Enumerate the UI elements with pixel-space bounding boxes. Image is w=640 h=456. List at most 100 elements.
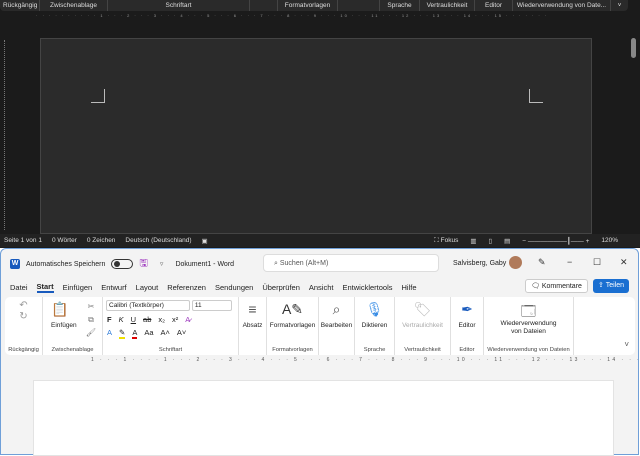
document-page[interactable] xyxy=(40,38,592,234)
close-icon[interactable]: ✕ xyxy=(620,257,628,268)
maximize-icon[interactable]: ☐ xyxy=(593,257,601,268)
document-title: Dokument1 - Word xyxy=(175,260,235,268)
tab-entwicklertools[interactable]: Entwicklertools xyxy=(342,283,392,292)
tab-ansicht[interactable]: Ansicht xyxy=(309,283,334,292)
char-count[interactable]: 0 Zeichen xyxy=(87,237,116,244)
paste-button[interactable]: Einfügen xyxy=(51,322,77,329)
undo-icon[interactable]: ↶ xyxy=(5,297,42,311)
group-label xyxy=(250,0,278,11)
tab-ueberpruefen[interactable]: Überprüfen xyxy=(262,283,300,292)
search-input[interactable]: ⌕ Suchen (Alt+M) xyxy=(263,254,439,272)
scrollbar[interactable] xyxy=(631,38,636,58)
paste-icon[interactable]: 📋 xyxy=(51,301,68,319)
strikethrough-button[interactable]: ab xyxy=(143,315,151,324)
copy-icon[interactable]: ⧉ xyxy=(86,313,96,326)
group-label: Wiederverwendung von Date... xyxy=(513,0,611,11)
cut-icon[interactable]: ✂ xyxy=(86,300,96,313)
tab-datei[interactable]: Datei xyxy=(10,283,28,292)
change-case-button[interactable]: Aa xyxy=(144,328,153,339)
horizontal-ruler[interactable]: · · · · · · · · · · 1 · · · 2 · · · 3 · … xyxy=(36,13,591,21)
focus-button[interactable]: ⛶ Fokus xyxy=(434,237,458,245)
format-painter-icon[interactable]: 🖌 xyxy=(86,326,96,339)
read-mode-icon[interactable]: ▥ xyxy=(470,237,476,245)
paragraph-button[interactable]: Absatz xyxy=(243,322,263,329)
tab-sendungen[interactable]: Sendungen xyxy=(215,283,253,292)
group-voice: 🎙 Diktieren Sprache xyxy=(355,297,395,355)
redo-icon[interactable]: ↻ xyxy=(5,311,42,322)
tab-hilfe[interactable]: Hilfe xyxy=(402,283,417,292)
text-effects-icon[interactable]: A xyxy=(107,328,112,339)
reuse-files-button-line2[interactable]: von Dateien xyxy=(511,328,546,335)
tab-layout[interactable]: Layout xyxy=(136,283,159,292)
grow-font-icon[interactable]: A˄ xyxy=(161,328,170,339)
reuse-files-button[interactable]: Wiederverwendung xyxy=(500,320,556,327)
user-name[interactable]: Salvisberg, Gaby xyxy=(453,260,506,267)
bold-button[interactable]: F xyxy=(107,315,112,324)
comments-button[interactable]: 🗨 Kommentare xyxy=(525,279,588,293)
highlight-icon[interactable]: ✎ xyxy=(119,328,126,339)
underline-button[interactable]: U xyxy=(131,315,136,324)
group-label: Editor xyxy=(475,0,513,11)
accessibility-icon[interactable]: ▣ xyxy=(202,237,208,245)
italic-button[interactable]: K xyxy=(119,315,124,324)
superscript-button[interactable]: x² xyxy=(172,315,178,324)
zoom-slider[interactable]: − ——————┃—— + xyxy=(522,237,589,245)
avatar[interactable] xyxy=(509,256,522,269)
tab-referenzen[interactable]: Referenzen xyxy=(167,283,206,292)
status-bar: Seite 1 von 1 0 Wörter 0 Zeichen Deutsch… xyxy=(0,234,640,247)
group-label: Wiederverwendung von Dateien xyxy=(487,347,570,353)
word-logo-icon: W xyxy=(10,259,20,269)
group-label xyxy=(338,0,380,11)
group-label: Vertraulichkeit xyxy=(404,347,441,353)
dark-word-window: Rückgängig Zwischenablage Schriftart For… xyxy=(0,0,640,248)
page-count[interactable]: Seite 1 von 1 xyxy=(4,237,42,244)
share-button[interactable]: ⇪ Teilen xyxy=(593,279,629,293)
horizontal-ruler[interactable]: 1 · · · 1 · · · · 1 · · · 2 · · · 3 · · … xyxy=(1,355,638,366)
font-size-select[interactable]: 11 xyxy=(191,300,232,311)
vertical-ruler[interactable] xyxy=(4,40,10,230)
subscript-button[interactable]: x₂ xyxy=(158,315,165,324)
minimize-icon[interactable]: − xyxy=(567,257,572,267)
tab-entwurf[interactable]: Entwurf xyxy=(101,283,126,292)
search-placeholder: Suchen (Alt+M) xyxy=(279,260,329,267)
styles-button[interactable]: Formatvorlagen xyxy=(270,322,316,329)
tab-einfuegen[interactable]: Einfügen xyxy=(63,283,93,292)
group-sensitivity: 🏷 Vertraulichkeit Vertraulichkeit xyxy=(395,297,451,355)
group-styles: A✎ Formatvorlagen Formatvorlagen xyxy=(267,297,319,355)
reuse-files-icon: 🗔 xyxy=(520,303,537,319)
dictate-button[interactable]: Diktieren xyxy=(362,322,388,329)
word-count[interactable]: 0 Wörter xyxy=(52,237,77,244)
collapse-ribbon-icon[interactable]: ˅ xyxy=(624,340,629,349)
collapse-ribbon-icon[interactable]: ˅ xyxy=(611,0,628,11)
language[interactable]: Deutsch (Deutschland) xyxy=(125,237,191,244)
font-color-icon[interactable]: A xyxy=(132,328,138,339)
group-label: Formatvorlagen xyxy=(272,347,313,353)
print-layout-icon[interactable]: ▯ xyxy=(489,237,493,245)
search-icon: ⌕ xyxy=(274,260,278,267)
autosave-toggle[interactable] xyxy=(111,259,134,269)
styles-icon: A✎ xyxy=(281,301,304,317)
crop-mark xyxy=(91,89,105,103)
font-name-select[interactable]: Calibri (Textkörper) xyxy=(106,300,190,311)
clear-format-icon[interactable]: A̷ xyxy=(185,315,190,324)
editing-button[interactable]: Bearbeiten xyxy=(321,322,352,329)
pen-icon[interactable]: ✎ xyxy=(538,257,546,268)
sensitivity-icon: 🏷 xyxy=(413,301,432,317)
group-label: Schriftart xyxy=(158,347,183,353)
shrink-font-icon[interactable]: A˅ xyxy=(177,328,186,339)
zoom-level[interactable]: 120% xyxy=(601,237,618,244)
ribbon: ↶ ↻ Rückgängig 📋 Einfügen ✂ ⧉ 🖌 Zwischenabl… xyxy=(5,297,635,355)
group-paragraph: ≡ Absatz xyxy=(239,297,267,355)
customize-toolbar-icon[interactable]: ▿ xyxy=(160,260,164,268)
group-label: Rückgängig xyxy=(0,0,40,11)
editor-button[interactable]: Editor xyxy=(459,322,476,329)
group-label: Sprache xyxy=(380,0,420,11)
web-layout-icon[interactable]: ▤ xyxy=(504,237,510,245)
tab-start[interactable]: Start xyxy=(36,282,54,293)
group-label: Sprache xyxy=(363,347,386,353)
document-page[interactable] xyxy=(33,380,614,456)
focus-label: Fokus xyxy=(440,236,459,244)
save-icon[interactable]: 🖫 xyxy=(139,256,148,273)
group-label: Zwischenablage xyxy=(40,0,108,11)
sensitivity-button[interactable]: Vertraulichkeit xyxy=(402,322,443,329)
